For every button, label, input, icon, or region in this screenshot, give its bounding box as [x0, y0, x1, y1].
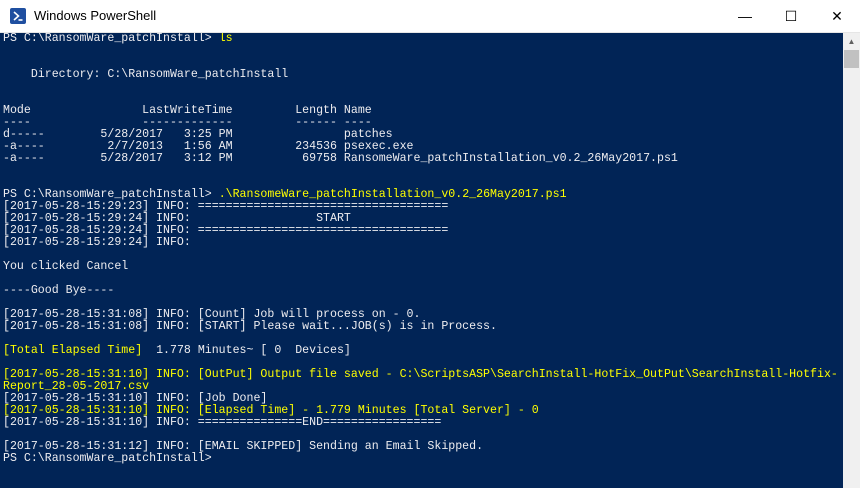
console-line: [2017-05-28-15:31:10] INFO: ============…: [3, 417, 838, 429]
powershell-icon: [10, 8, 26, 24]
console-line-text: ----Good Bye----: [3, 284, 115, 297]
scroll-up-icon[interactable]: ▲: [843, 33, 860, 50]
console-line: [Total Elapsed Time] 1.778 Minutes~ [ 0 …: [3, 345, 838, 357]
maximize-button[interactable]: ☐: [768, 0, 814, 32]
console-line: You clicked Cancel: [3, 261, 838, 273]
minimize-button[interactable]: —: [722, 0, 768, 32]
console-line-text: PS C:\RansomWare_patchInstall>: [3, 452, 212, 465]
console-line-text: You clicked Cancel: [3, 260, 129, 273]
console-line: PS C:\RansomWare_patchInstall>: [3, 453, 838, 465]
console-line-rest: 1.778 Minutes~ [ 0 Devices]: [142, 344, 351, 357]
console-output: PS C:\RansomWare_patchInstall> ls Direct…: [3, 33, 838, 465]
console-line-text: [2017-05-28-15:31:10] INFO: ============…: [3, 416, 442, 429]
minimize-icon: —: [738, 8, 752, 24]
vertical-scrollbar[interactable]: ▲: [843, 33, 860, 488]
console-area[interactable]: PS C:\RansomWare_patchInstall> ls Direct…: [0, 33, 843, 488]
console-line: Directory: C:\RansomWare_patchInstall: [3, 69, 838, 81]
console-highlight-text: ls: [218, 33, 233, 45]
title-bar[interactable]: Windows PowerShell — ☐ ✕: [0, 0, 860, 33]
console-line: [2017-05-28-15:31:08] INFO: [START] Plea…: [3, 321, 838, 333]
close-icon: ✕: [831, 7, 843, 24]
console-line: ----Good Bye----: [3, 285, 838, 297]
console-line-text: PS C:\RansomWare_patchInstall>: [3, 33, 219, 45]
console-line-text: Directory: C:\RansomWare_patchInstall: [3, 68, 289, 81]
console-line-text: -a---- 5/28/2017 3:12 PM 69758 RansomeWa…: [3, 152, 678, 165]
console-line: [2017-05-28-15:29:24] INFO:: [3, 237, 838, 249]
maximize-icon: ☐: [784, 7, 798, 24]
scroll-thumb[interactable]: [844, 50, 859, 68]
window-title: Windows PowerShell: [34, 8, 157, 23]
console-line-text: [2017-05-28-15:29:24] INFO:: [3, 236, 191, 249]
console-line: -a---- 5/28/2017 3:12 PM 69758 RansomeWa…: [3, 153, 838, 165]
close-button[interactable]: ✕: [814, 0, 860, 32]
console-highlight-text: [Total Elapsed Time]: [3, 344, 143, 357]
console-line-text: [2017-05-28-15:31:08] INFO: [START] Plea…: [3, 320, 497, 333]
console-line: PS C:\RansomWare_patchInstall> ls: [3, 33, 838, 45]
